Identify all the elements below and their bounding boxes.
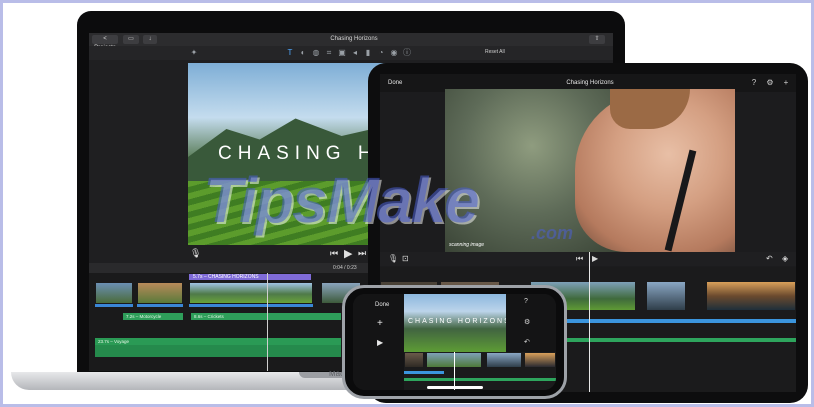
iphone-done-button[interactable]: Done [375, 302, 389, 308]
ipad-done-button[interactable]: Done [388, 74, 402, 92]
iphone-audio-track[interactable] [404, 371, 444, 374]
video-clip[interactable] [137, 282, 183, 304]
ipad-viewer: scanning image [445, 89, 735, 252]
watermark-suffix: .com [531, 223, 574, 243]
import-button[interactable]: ↓ [143, 35, 157, 44]
iphone-screen: Done + ▶ CHASING HORIZONS ? ⚙ ↶ [353, 294, 556, 390]
audio-clip-voyage[interactable]: 23.7s – Voyage [95, 338, 341, 345]
crop-icon[interactable]: ⌗ [324, 48, 334, 58]
iphone-right-panel: ? ⚙ ↶ [506, 294, 556, 352]
video-clip[interactable] [95, 282, 133, 304]
skip-back-icon[interactable]: ⏮ [576, 252, 583, 266]
ipad-viewer-caption: scanning image [449, 242, 485, 248]
clip-filter-icon[interactable]: ◉ [389, 48, 399, 58]
audio-clip-motorcycle[interactable]: 7.2s – Motorcycle [123, 313, 183, 320]
iphone-title-overlay: CHASING HORIZONS [408, 318, 506, 325]
media-browser-button[interactable]: ▭ [123, 35, 139, 44]
iphone-home-indicator [427, 386, 483, 389]
video-clip[interactable] [486, 352, 522, 368]
iphone-left-panel: Done + ▶ [353, 294, 404, 390]
projects-back-button[interactable]: < Projects [92, 35, 118, 51]
video-clip[interactable] [189, 282, 313, 304]
ipad-playback-controls: 🎙 ⊡ ⏮ ▶ ↶ ◈ [380, 252, 796, 266]
skip-forward-icon[interactable]: ⏭ [358, 248, 366, 259]
clip-audio-strip [189, 304, 313, 307]
stabilization-icon[interactable]: ▣ [337, 48, 347, 58]
project-title: Chasing Horizons [330, 36, 378, 42]
help-icon[interactable]: ? [749, 78, 759, 88]
voyage-waveform [95, 345, 341, 357]
title-clip[interactable]: 5.7s – CHASING HORIZONS [189, 274, 311, 280]
magic-wand-icon[interactable]: ✦ [189, 48, 199, 58]
ipad-playhead[interactable] [589, 252, 590, 392]
camera-icon[interactable]: ⊡ [402, 252, 409, 266]
video-clip[interactable] [404, 352, 424, 368]
color-correction-icon[interactable]: ◍ [311, 48, 321, 58]
play-icon[interactable]: ▶ [344, 247, 352, 260]
noise-reduction-icon[interactable]: ▮ [363, 48, 373, 58]
adjustment-toolbar: ✦ T ◐ ◍ ⌗ ▣ ◂ ▮ ◔ ◉ ⓘ Reset All [89, 46, 613, 60]
iphone-music-track[interactable] [404, 378, 556, 381]
undo-icon[interactable]: ↶ [524, 338, 530, 346]
imovie-titlebar: < Projects ▭ ↓ Chasing Horizons ⇧ [89, 33, 613, 51]
iphone-playhead[interactable] [454, 352, 455, 390]
clip-audio-strip [95, 304, 133, 307]
play-icon[interactable]: ▶ [592, 252, 598, 266]
speed-icon[interactable]: ◔ [376, 48, 386, 58]
video-clip[interactable] [706, 281, 796, 311]
settings-icon[interactable]: ⚙ [765, 78, 775, 88]
settings-icon[interactable]: ⚙ [524, 318, 530, 326]
microphone-icon[interactable]: 🎙 [388, 252, 398, 266]
help-icon[interactable]: ? [524, 298, 528, 305]
text-tool-icon[interactable]: T [285, 48, 295, 58]
info-icon[interactable]: ⓘ [402, 48, 412, 58]
skip-back-icon[interactable]: ⏮ [330, 248, 338, 259]
undo-icon[interactable]: ↶ [766, 252, 773, 266]
timecode: 0:04 / 0:23 [333, 265, 357, 271]
video-clip[interactable] [646, 281, 686, 311]
watermark: TipsMake [203, 164, 479, 236]
video-clip[interactable] [524, 352, 556, 368]
add-media-icon[interactable]: + [377, 318, 383, 329]
reset-all-button[interactable]: Reset All [485, 49, 505, 55]
clip-audio-strip [137, 304, 183, 307]
add-media-icon[interactable]: + [781, 78, 791, 88]
audio-waveform-icon[interactable]: ◈ [782, 252, 788, 266]
share-button[interactable]: ⇧ [589, 35, 605, 44]
microphone-icon[interactable]: 🎙 [190, 248, 201, 259]
iphone-viewer: CHASING HORIZONS [404, 294, 506, 352]
play-icon[interactable]: ▶ [377, 338, 383, 347]
iphone-timeline[interactable] [404, 352, 556, 390]
audio-clip-crickets[interactable]: 8.6s – Crickets [191, 313, 341, 320]
volume-icon[interactable]: ◂ [350, 48, 360, 58]
playhead[interactable] [267, 273, 268, 371]
image-frame: Mac < Projects ▭ ↓ Chasing Horizons ⇧ ✦ … [0, 0, 814, 407]
color-balance-icon[interactable]: ◐ [298, 48, 308, 58]
